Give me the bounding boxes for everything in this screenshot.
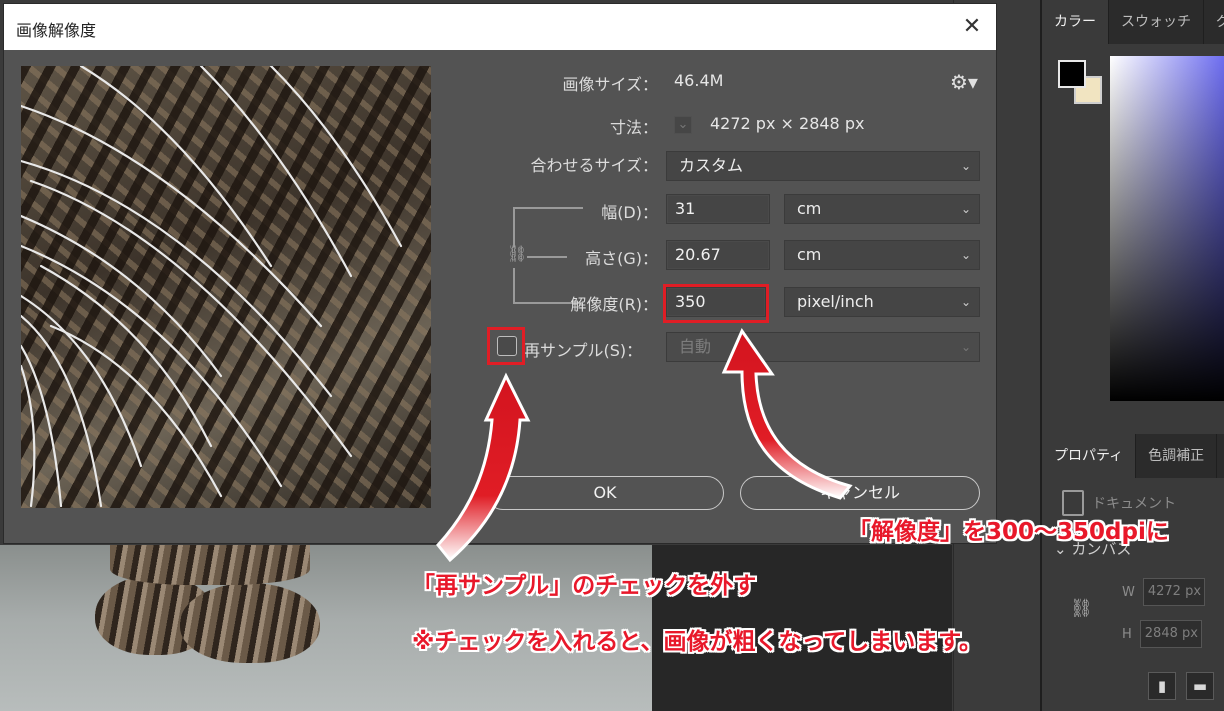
color-panel-tabs: カラー スウォッチ グラ bbox=[1042, 0, 1224, 44]
foreground-color-swatch[interactable] bbox=[1058, 60, 1086, 88]
height-unit-select[interactable]: cm ⌄ bbox=[784, 240, 980, 270]
resample-highlight-box bbox=[487, 327, 525, 365]
chevron-down-icon: ⌄ bbox=[960, 159, 971, 173]
tab-gradients[interactable]: グラ bbox=[1204, 0, 1224, 44]
properties-panel-tabs: プロパティ 色調補正 bbox=[1042, 434, 1224, 478]
dimensions-dropdown-icon[interactable]: ⌄ bbox=[674, 116, 692, 134]
fit-to-value: カスタム bbox=[679, 156, 744, 175]
image-size-label: 画像サイズ： bbox=[562, 75, 658, 94]
tab-adjustments[interactable]: 色調補正 bbox=[1136, 434, 1218, 478]
canvas-width-input[interactable]: 4272 px bbox=[1142, 578, 1205, 606]
canvas-h-label: H bbox=[1122, 626, 1132, 642]
fit-to-select[interactable]: カスタム ⌄ bbox=[666, 151, 980, 181]
resolution-annotation: 「解像度」を300～350dpiに bbox=[848, 519, 1169, 545]
canvas-height-input[interactable]: 2848 px bbox=[1139, 620, 1202, 648]
fit-to-label: 合わせるサイズ： bbox=[530, 156, 658, 175]
cancel-button[interactable]: キャンセル bbox=[740, 476, 980, 510]
tab-color[interactable]: カラー bbox=[1042, 0, 1109, 44]
link-icon[interactable]: ⛓ bbox=[507, 244, 527, 263]
cat-body bbox=[110, 545, 310, 585]
tab-properties[interactable]: プロパティ bbox=[1042, 434, 1137, 478]
cat-paw-right bbox=[180, 583, 320, 663]
image-preview[interactable] bbox=[21, 66, 431, 508]
portrait-orientation-button[interactable]: ▮ bbox=[1148, 672, 1176, 700]
resample-annotation: 「再サンプル」のチェックを外す bbox=[412, 573, 757, 599]
canvas-height-row: H 2848 px bbox=[1122, 620, 1202, 648]
landscape-orientation-button[interactable]: ▬ bbox=[1186, 672, 1214, 700]
height-unit-value: cm bbox=[797, 245, 822, 264]
chevron-down-icon: ⌄ bbox=[960, 202, 971, 216]
width-unit-select[interactable]: cm ⌄ bbox=[784, 194, 980, 224]
dimensions-value: 4272 px × 2848 px bbox=[710, 114, 865, 133]
resample-label: 再サンプル(S)： bbox=[524, 341, 643, 360]
whisker-lines bbox=[21, 66, 403, 508]
resample-method-select[interactable]: 自動 ⌄ bbox=[666, 332, 980, 362]
chevron-down-icon: ⌄ bbox=[960, 340, 971, 354]
canvas-width-row: W 4272 px bbox=[1122, 578, 1205, 606]
dialog-title: 画像解像度 bbox=[16, 21, 97, 40]
height-label: 高さ(G)： bbox=[585, 249, 658, 268]
color-panel bbox=[1042, 44, 1224, 434]
color-picker-field[interactable] bbox=[1110, 56, 1224, 401]
width-label: 幅(D)： bbox=[601, 203, 658, 222]
link-icon[interactable]: ⛓ bbox=[1070, 598, 1093, 619]
chevron-down-icon: ⌄ bbox=[960, 248, 971, 262]
gear-icon[interactable]: ⚙▾ bbox=[950, 70, 978, 94]
width-input[interactable]: 31 bbox=[666, 194, 770, 224]
ok-button[interactable]: OK bbox=[486, 476, 724, 510]
image-size-value: 46.4M bbox=[674, 71, 724, 90]
canvas-w-label: W bbox=[1122, 584, 1135, 600]
chevron-down-icon: ⌄ bbox=[960, 295, 971, 309]
dimensions-label: 寸法： bbox=[609, 118, 658, 137]
document-label: ドキュメント bbox=[1092, 496, 1176, 512]
right-panels: カラー スウォッチ グラ プロパティ 色調補正 ドキュメント ⌄ カンバス ⛓ … bbox=[1040, 0, 1224, 711]
warning-annotation: ※チェックを入れると、画像が粗くなってしまいます。 bbox=[412, 629, 982, 655]
tab-swatches[interactable]: スウォッチ bbox=[1109, 0, 1204, 44]
image-size-dialog: 画像解像度 ✕ bbox=[3, 3, 997, 544]
resolution-unit-select[interactable]: pixel/inch ⌄ bbox=[784, 287, 980, 317]
close-icon[interactable]: ✕ bbox=[958, 13, 986, 41]
resample-method-value: 自動 bbox=[679, 337, 712, 356]
resolution-highlight-box bbox=[663, 284, 769, 323]
height-input[interactable]: 20.67 bbox=[666, 240, 770, 270]
resolution-unit-value: pixel/inch bbox=[797, 292, 874, 311]
width-unit-value: cm bbox=[797, 199, 822, 218]
dialog-titlebar[interactable]: 画像解像度 ✕ bbox=[4, 4, 996, 50]
resolution-label: 解像度(R)： bbox=[570, 295, 658, 314]
